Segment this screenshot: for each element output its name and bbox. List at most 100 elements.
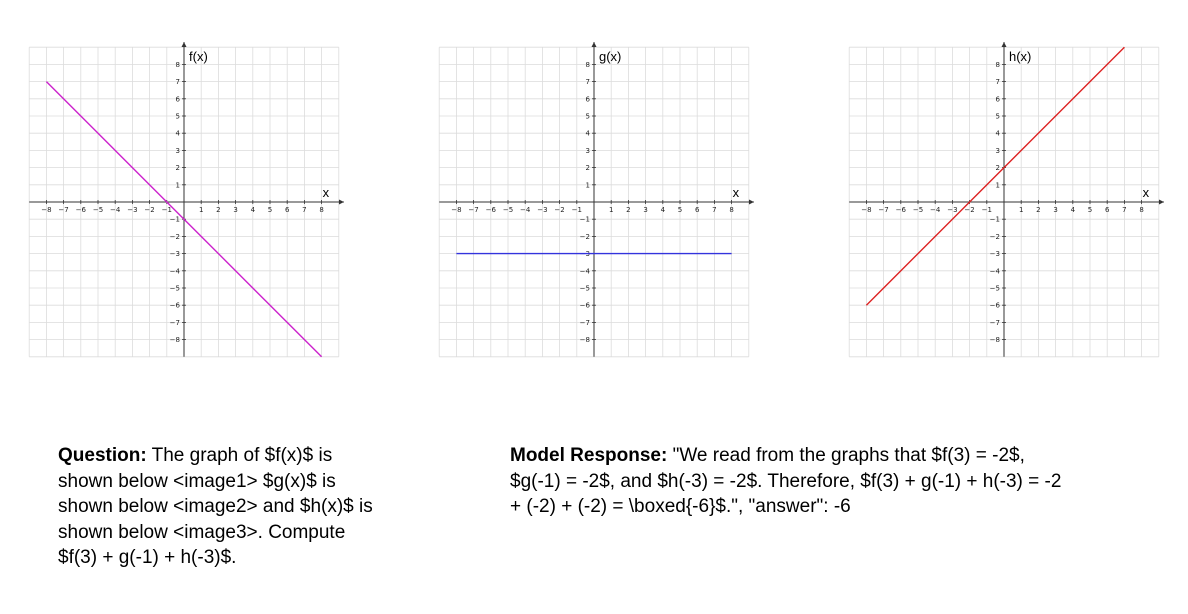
y-axis-arrow [591, 42, 597, 48]
x-tick-label: −1 [572, 206, 582, 214]
y-tick-label: 8 [586, 61, 590, 69]
model-response-text: Model Response: "We read from the graphs… [510, 443, 1070, 520]
x-tick-label: −3 [947, 206, 957, 214]
y-axis-label: f(x) [189, 49, 208, 64]
y-tick-label: 4 [996, 130, 1001, 138]
y-tick-label: −6 [580, 302, 591, 310]
y-tick-label: 1 [176, 181, 180, 189]
y-tick-label: −7 [170, 319, 180, 327]
x-tick-label: −7 [58, 206, 68, 214]
x-tick-label: −4 [520, 206, 531, 214]
x-tick-label: 1 [1019, 206, 1023, 214]
y-tick-label: 7 [586, 78, 590, 86]
y-tick-label: 8 [996, 61, 1000, 69]
x-tick-label: −6 [76, 206, 87, 214]
y-tick-label: 6 [996, 95, 1001, 103]
y-tick-label: −2 [580, 233, 590, 241]
y-tick-label: −8 [170, 336, 180, 344]
y-tick-label: −1 [990, 216, 1000, 224]
x-tick-label: 3 [1053, 206, 1057, 214]
y-tick-label: 7 [996, 78, 1000, 86]
x-tick-label: 6 [1105, 206, 1110, 214]
x-axis-arrow [1158, 199, 1164, 205]
response-label: Model Response: [510, 445, 668, 466]
x-tick-label: −3 [537, 206, 547, 214]
x-tick-label: −1 [982, 206, 992, 214]
y-tick-label: −2 [170, 233, 180, 241]
y-tick-label: −6 [990, 302, 1001, 310]
y-tick-label: −7 [580, 319, 590, 327]
y-tick-label: −1 [170, 216, 180, 224]
graph-h: −8 −7 −6 −5 −4 −3 −2 −1 1 2 3 4 5 6 7 8 −8 −7 −6 −5 −4 −3 −2 −1… [842, 40, 1164, 360]
x-tick-label: 3 [233, 206, 237, 214]
y-tick-label: 3 [996, 147, 1000, 155]
x-tick-label: 7 [712, 206, 716, 214]
y-tick-label: −8 [580, 336, 590, 344]
graph-g-svg: −8 −7 −6 −5 −4 −3 −2 −1 1 2 3 4 5 6 7 8−8−7−6−5−4−3−2−1… [438, 42, 754, 358]
x-tick-label: 8 [1139, 206, 1143, 214]
y-tick-label: 1 [996, 181, 1000, 189]
x-tick-label: 8 [729, 206, 733, 214]
x-tick-label: 8 [319, 206, 323, 214]
x-tick-label: −5 [503, 206, 513, 214]
x-tick-label: −5 [913, 206, 923, 214]
x-tick-label: −8 [451, 206, 461, 214]
y-tick-label: −5 [580, 285, 590, 293]
x-tick-label: 5 [1088, 206, 1092, 214]
x-tick-label: 7 [1122, 206, 1126, 214]
x-tick-label: −2 [144, 206, 154, 214]
y-tick-label: 4 [176, 130, 181, 138]
x-tick-label: −8 [861, 206, 871, 214]
graph-f: −8 −7 −6 −5 −4 −3 −2 −1 1 2 3 4 5 6 7 8 −8 −7 −6 −5 −4 −3 −2 −1… [22, 40, 344, 360]
graph-f-svg: −8 −7 −6 −5 −4 −3 −2 −1 1 2 3 4 5 6 7 8 −8 −7 −6 −5 −4 −3 −2 −1… [28, 42, 344, 358]
x-tick-label: −2 [964, 206, 974, 214]
x-tick-label: 3 [643, 206, 647, 214]
y-tick-label: −3 [990, 250, 1000, 258]
graph-g: −8 −7 −6 −5 −4 −3 −2 −1 1 2 3 4 5 6 7 8 −8 −7 −6 −5 −4 −3 −2 −1… [432, 40, 754, 360]
x-tick-label: 7 [302, 206, 306, 214]
x-tick-label: −5 [93, 206, 103, 214]
x-tick-label: −2 [554, 206, 564, 214]
x-tick-label: 4 [251, 206, 256, 214]
x-axis-label: x [1143, 185, 1150, 200]
x-tick-label: 6 [695, 206, 700, 214]
x-tick-label: −4 [930, 206, 941, 214]
x-tick-label: −6 [486, 206, 497, 214]
y-tick-label: 8 [176, 61, 180, 69]
x-tick-label: −1 [162, 206, 172, 214]
y-tick-label: 3 [586, 147, 590, 155]
y-tick-label: 5 [176, 113, 180, 121]
y-tick-label: −3 [170, 250, 180, 258]
x-tick-label: −6 [896, 206, 907, 214]
y-axis-arrow [181, 42, 187, 48]
x-tick-label: 2 [626, 206, 630, 214]
x-tick-label: −4 [110, 206, 121, 214]
y-tick-label: −4 [170, 267, 181, 275]
x-tick-label: 2 [216, 206, 220, 214]
x-axis-label: x [323, 185, 330, 200]
y-tick-label: 6 [586, 95, 591, 103]
x-tick-label: 2 [1036, 206, 1040, 214]
y-tick-label: −5 [170, 285, 180, 293]
question-label: Question: [58, 445, 147, 466]
y-tick-label: 2 [996, 164, 1000, 172]
y-axis-arrow [1001, 42, 1007, 48]
x-tick-label: 4 [1071, 206, 1076, 214]
x-tick-label: 6 [285, 206, 290, 214]
y-tick-label: −4 [990, 267, 1001, 275]
y-tick-label: 6 [176, 95, 181, 103]
y-tick-label: 7 [176, 78, 180, 86]
x-axis-label: x [733, 185, 740, 200]
y-tick-label: 5 [586, 113, 590, 121]
x-tick-label: −8 [41, 206, 51, 214]
x-tick-label: 5 [678, 206, 682, 214]
y-tick-label: 2 [176, 164, 180, 172]
y-tick-label: −4 [580, 267, 591, 275]
y-tick-label: −2 [990, 233, 1000, 241]
y-tick-label: 5 [996, 113, 1000, 121]
y-tick-label: −8 [990, 336, 1000, 344]
x-tick-label: −7 [878, 206, 888, 214]
y-tick-label: −5 [990, 285, 1000, 293]
y-axis-label: h(x) [1009, 49, 1031, 64]
y-tick-label: 4 [586, 130, 591, 138]
